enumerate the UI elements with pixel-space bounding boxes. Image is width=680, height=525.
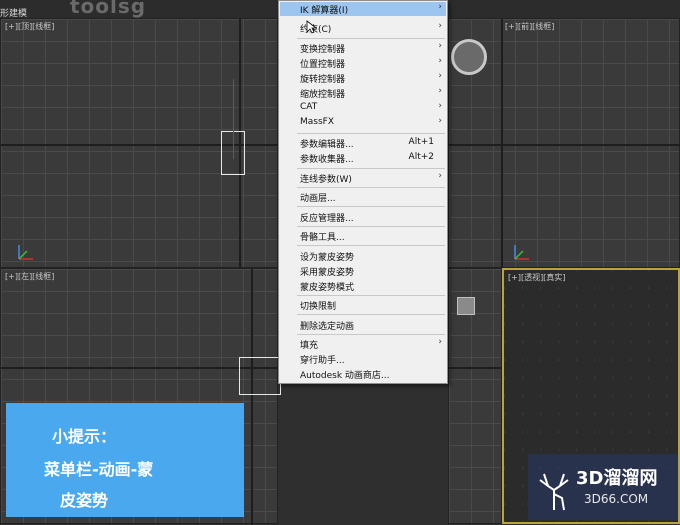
menu-item-position-controllers[interactable]: 位置控制器 › bbox=[280, 56, 446, 70]
grid-axis-v bbox=[251, 269, 253, 525]
watermark: 3D溜溜网 3D66.COM bbox=[528, 454, 678, 520]
watermark-brand: 3D溜溜网 bbox=[576, 468, 658, 489]
menu-item-wire-parameters[interactable]: 连线参数(W) › bbox=[280, 171, 446, 185]
viewport-label[interactable]: [+][前][线框] bbox=[505, 21, 554, 32]
menu-separator bbox=[297, 314, 445, 315]
menu-item-populate[interactable]: 填充 › bbox=[280, 337, 446, 351]
grid-axis-v bbox=[501, 19, 503, 269]
menu-separator bbox=[297, 226, 445, 227]
submenu-arrow-icon: › bbox=[438, 21, 442, 31]
grid-axis-h bbox=[449, 367, 503, 369]
menu-item-walkthrough-assistant[interactable]: 穿行助手... bbox=[280, 352, 446, 366]
menu-separator bbox=[297, 295, 445, 296]
submenu-arrow-icon: › bbox=[438, 56, 442, 66]
tip-overlay: 小提示： 菜单栏-动画-蒙 皮姿势 bbox=[6, 403, 244, 517]
menu-separator bbox=[297, 187, 445, 188]
tip-heading: 小提示： bbox=[52, 427, 117, 446]
tip-text-line: 菜单栏-动画-蒙 bbox=[44, 460, 154, 479]
menu-item-toggle-limits[interactable]: 切换限制 bbox=[280, 298, 446, 312]
submenu-arrow-icon: › bbox=[438, 86, 442, 96]
menu-item-constraints[interactable]: 约束(C) › bbox=[280, 21, 446, 35]
submenu-arrow-icon: › bbox=[438, 171, 442, 181]
menu-separator bbox=[297, 334, 445, 335]
menu-separator bbox=[297, 38, 445, 39]
menu-item-massfx[interactable]: MassFX › bbox=[280, 116, 446, 130]
viewport-label[interactable]: [+][顶][线框] bbox=[5, 21, 54, 32]
menu-item-autodesk-animation-store[interactable]: Autodesk 动画商店... bbox=[280, 367, 446, 381]
mouse-cursor-icon bbox=[306, 20, 316, 34]
axis-gizmo-icon bbox=[514, 245, 529, 260]
menu-separator bbox=[297, 168, 445, 169]
submenu-arrow-icon: › bbox=[438, 101, 442, 111]
viewport-top[interactable]: [+][顶][线框] bbox=[0, 18, 279, 269]
viewcube-icon[interactable] bbox=[457, 297, 475, 315]
grid-axis-h bbox=[449, 144, 680, 146]
menu-item-animation-layers[interactable]: 动画层... bbox=[280, 190, 446, 204]
menu-item-delete-selected-animation[interactable]: 删除选定动画 bbox=[280, 318, 446, 332]
submenu-arrow-icon: › bbox=[438, 337, 442, 347]
logo-text: toolsg bbox=[70, 0, 147, 18]
bone-line bbox=[233, 79, 234, 159]
menu-separator bbox=[297, 133, 445, 134]
submenu-arrow-icon: › bbox=[438, 2, 442, 12]
menu-item-transform-controllers[interactable]: 变换控制器 › bbox=[280, 41, 446, 55]
menu-item-set-as-skin-pose[interactable]: 设为蒙皮姿势 bbox=[280, 249, 446, 263]
watermark-url: 3D66.COM bbox=[584, 492, 649, 506]
menu-item-cat[interactable]: CAT › bbox=[280, 101, 446, 115]
selected-object[interactable] bbox=[239, 357, 281, 395]
viewport-middle[interactable] bbox=[448, 268, 503, 524]
menu-item-rotation-controllers[interactable]: 旋转控制器 › bbox=[280, 71, 446, 85]
menu-separator bbox=[297, 245, 445, 246]
menu-item-skin-pose-mode[interactable]: 蒙皮姿势模式 bbox=[280, 279, 446, 293]
grid-axis-h bbox=[1, 367, 279, 369]
menu-separator bbox=[297, 206, 445, 207]
tip-text-line: 皮姿势 bbox=[60, 491, 109, 510]
viewcube-icon[interactable] bbox=[451, 39, 487, 75]
viewport-label[interactable]: [+][左][线框] bbox=[5, 271, 54, 282]
animation-menu: IK 解算器(I) › 约束(C) › 变换控制器 › 位置控制器 › 旋转控制… bbox=[278, 0, 448, 384]
submenu-arrow-icon: › bbox=[438, 116, 442, 126]
menu-item-reaction-manager[interactable]: 反应管理器... bbox=[280, 210, 446, 224]
submenu-arrow-icon: › bbox=[438, 71, 442, 81]
menu-item-assume-skin-pose[interactable]: 采用蒙皮姿势 bbox=[280, 264, 446, 278]
menu-item-ik-solver[interactable]: IK 解算器(I) › bbox=[280, 2, 446, 16]
menu-item-parameter-collector[interactable]: 参数收集器... Alt+2 bbox=[280, 151, 446, 165]
menu-item-parameter-editor[interactable]: 参数编辑器... Alt+1 bbox=[280, 136, 446, 150]
menu-item-bone-tools[interactable]: 骨骼工具... bbox=[280, 229, 446, 243]
menu-item-scale-controllers[interactable]: 缩放控制器 › bbox=[280, 86, 446, 100]
submenu-arrow-icon: › bbox=[438, 41, 442, 51]
viewport-front[interactable]: [+][前][线框] bbox=[448, 18, 680, 269]
axis-gizmo-icon bbox=[18, 245, 33, 260]
viewport-label[interactable]: [+][透视][真实] bbox=[508, 272, 565, 283]
deer-logo-icon bbox=[539, 473, 569, 511]
